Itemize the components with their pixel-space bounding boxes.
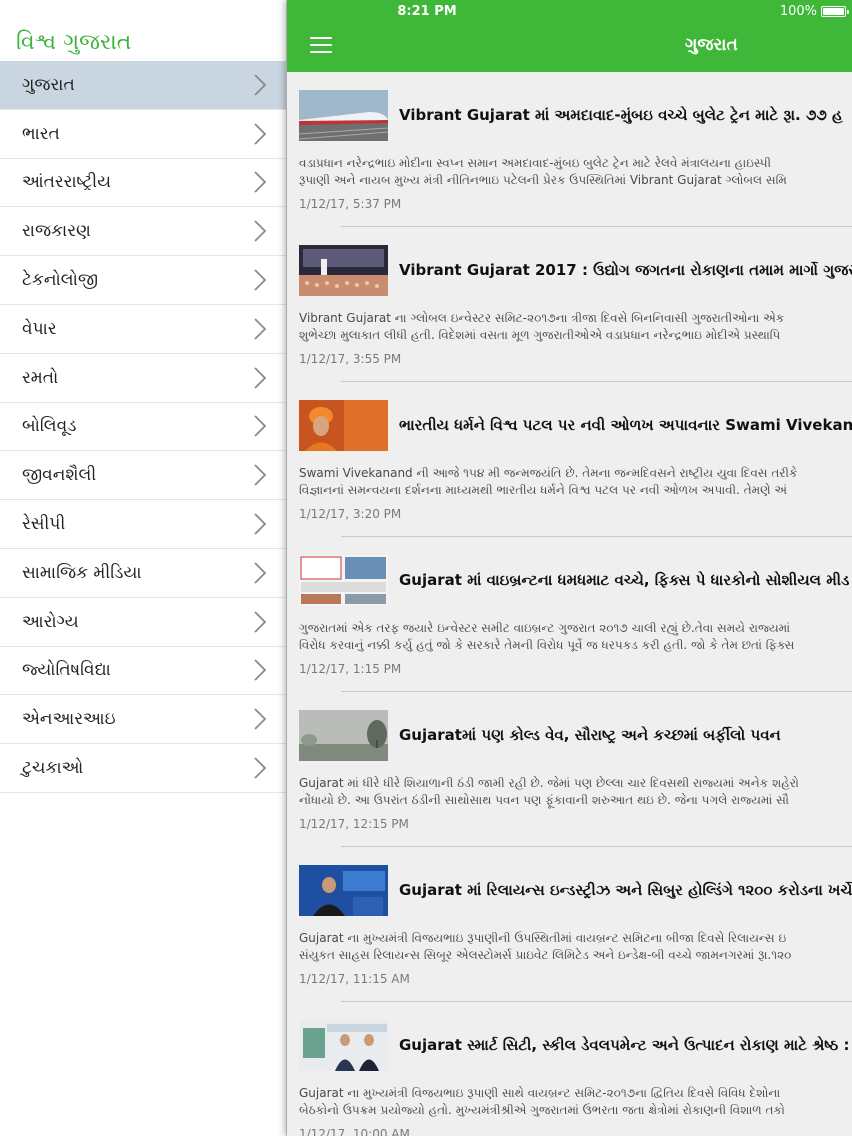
sidebar-item-lifestyle[interactable]: જીવનશૈલી xyxy=(0,451,286,501)
article-thumbnail xyxy=(299,1020,388,1071)
chevron-right-icon xyxy=(254,708,267,730)
sidebar-item-label: ગુજરાત xyxy=(22,74,75,95)
sidebar-item-health[interactable]: આરોગ્ય xyxy=(0,598,286,647)
chevron-right-icon xyxy=(254,562,267,584)
sidebar-item-jokes[interactable]: ટુચકાઓ xyxy=(0,744,286,793)
collage-image-icon xyxy=(299,555,388,606)
bullet-train-image-icon xyxy=(299,90,388,141)
article-date: 1/12/17, 1:15 PM xyxy=(299,662,402,676)
chevron-right-icon xyxy=(254,220,267,242)
article-date: 1/12/17, 5:37 PM xyxy=(299,197,402,211)
sidebar-item-label: સામાજિક મીડિયા xyxy=(22,562,142,583)
article-item[interactable]: Gujaratમાં પણ કોલ્ડ વેવ, સૌરાષ્ટ્ર અને ક… xyxy=(287,692,852,847)
article-item[interactable]: Gujarat માં રિલાયન્સ ઇન્ડસ્ટ્રીઝ અને સિબ… xyxy=(287,847,852,1002)
article-thumbnail xyxy=(299,865,388,916)
article-title: Vibrant Gujarat માં અમદાવાદ-મુંબઇ વચ્ચે … xyxy=(399,106,843,124)
sidebar-item-business[interactable]: વેપાર xyxy=(0,305,286,354)
article-date: 1/12/17, 10:00 AM xyxy=(299,1127,410,1136)
article-summary: Vibrant Gujarat ના ગ્લોબલ ઇન્વેસ્ટર સમિટ… xyxy=(299,311,785,342)
speaker-image-icon xyxy=(299,865,388,916)
article-summary: Gujarat ના મુખ્યમંત્રી વિજયભાઇ રૂપાણીની … xyxy=(299,931,792,962)
sidebar-item-label: ટુચકાઓ xyxy=(22,758,84,779)
sidebar-item-recipe[interactable]: રેસીપી xyxy=(0,500,286,549)
chevron-right-icon xyxy=(254,171,267,194)
sidebar-item-label: જીવનશૈલી xyxy=(22,465,97,486)
article-summary: Swami Vivekanand ની આજે ૧૫૪ મી જન્મજયંતિ… xyxy=(299,466,798,497)
chevron-right-icon xyxy=(254,757,267,779)
sidebar-item-bollywood[interactable]: બોલિવૂડ xyxy=(0,403,286,452)
portrait-image-icon xyxy=(299,400,388,451)
category-menu: ગુજરાત ભારત આંતરરાષ્ટ્રીય રાજકારણ ટેકનોલ… xyxy=(0,61,286,793)
sidebar-item-social-media[interactable]: સામાજિક મીડિયા xyxy=(0,549,286,598)
sidebar-item-label: બોલિવૂડ xyxy=(22,416,77,437)
chevron-right-icon xyxy=(254,415,267,438)
article-date: 1/12/17, 11:15 AM xyxy=(299,972,410,986)
sidebar-item-label: જ્યોતિષવિદ્યા xyxy=(22,660,111,681)
article-summary: વડાપ્રધાન નરેન્દ્રભાઇ મોદીના સ્વપ્ન સમાન… xyxy=(299,156,787,187)
chevron-right-icon xyxy=(254,269,267,291)
sidebar-item-international[interactable]: આંતરરાષ્ટ્રીય xyxy=(0,159,286,208)
sidebar-item-label: ભારત xyxy=(22,123,60,144)
article-title: Gujarat માં વાઇબ્રન્ટના ધમધમાટ વચ્ચે, ફિ… xyxy=(399,571,850,589)
sidebar-item-label: વેપાર xyxy=(22,318,57,339)
battery-icon xyxy=(821,6,849,17)
chevron-right-icon xyxy=(254,74,267,96)
article-summary: ગુજરાતમાં એક તરફ જયારે ઇન્વેસ્ટર સમીટ વા… xyxy=(299,621,795,652)
chevron-right-icon xyxy=(254,318,267,340)
article-list: Vibrant Gujarat માં અમદાવાદ-મુંબઇ વચ્ચે … xyxy=(287,72,852,1136)
chevron-right-icon xyxy=(254,123,267,145)
article-title: Gujarat માં રિલાયન્સ ઇન્ડસ્ટ્રીઝ અને સિબ… xyxy=(399,881,852,899)
sidebar-item-label: આરોગ્ય xyxy=(22,611,79,632)
article-date: 1/12/17, 12:15 PM xyxy=(299,817,409,831)
app-title: વિશ્વ ગુજરાત xyxy=(16,30,132,55)
sidebar-item-politics[interactable]: રાજકારણ xyxy=(0,207,286,257)
article-thumbnail xyxy=(299,90,388,141)
chevron-right-icon xyxy=(254,659,267,682)
article-date: 1/12/17, 3:55 PM xyxy=(299,352,402,366)
article-title: ભારતીય ધર્મને વિશ્વ પટલ પર નવી ઓળખ અપાવન… xyxy=(399,416,852,434)
article-date: 1/12/17, 3:20 PM xyxy=(299,507,402,521)
article-item[interactable]: Gujarat માં વાઇબ્રન્ટના ધમધમાટ વચ્ચે, ફિ… xyxy=(287,537,852,692)
chevron-right-icon xyxy=(254,611,267,633)
article-item[interactable]: ભારતીય ધર્મને વિશ્વ પટલ પર નવી ઓળખ અપાવન… xyxy=(287,382,852,537)
article-title: Gujaratમાં પણ કોલ્ડ વેવ, સૌરાષ્ટ્ર અને ક… xyxy=(399,726,781,744)
sidebar-item-label: રમતો xyxy=(22,367,59,388)
article-summary: Gujarat માં ધીરે ધીરે શિયાળાની ઠંડી જામી… xyxy=(299,776,799,807)
hamburger-menu-icon[interactable] xyxy=(310,37,332,55)
chevron-right-icon xyxy=(254,367,267,389)
article-item[interactable]: Gujarat સ્માર્ટ સિટી, સ્કીલ ડેવલપમેન્ટ અ… xyxy=(287,1002,852,1136)
news-panel: 8:21 PM 100% ગુજરાત Vibrant Gujarat માં … xyxy=(287,0,852,1136)
sidebar-item-sports[interactable]: રમતો xyxy=(0,354,286,403)
page-title: ગુજરાત xyxy=(685,35,738,55)
article-thumbnail xyxy=(299,245,388,296)
sidebar-item-label: એનઆરઆઇ xyxy=(22,709,116,730)
battery-percent: 100% xyxy=(779,4,817,19)
chevron-right-icon xyxy=(254,464,267,486)
sidebar-item-label: આંતરરાષ્ટ્રીય xyxy=(22,172,112,193)
sidebar-item-label: રેસીપી xyxy=(22,514,66,535)
sidebar-item-astrology[interactable]: જ્યોતિષવિદ્યા xyxy=(0,647,286,696)
article-title: Gujarat સ્માર્ટ સિટી, સ્કીલ ડેવલપમેન્ટ અ… xyxy=(399,1036,850,1054)
chevron-right-icon xyxy=(254,513,267,535)
stage-event-image-icon xyxy=(299,245,388,296)
sidebar-item-label: ટેકનોલોજી xyxy=(22,270,99,291)
handshake-image-icon xyxy=(299,1020,388,1071)
sidebar-drawer: વિશ્વ ગુજરાત ગુજરાત ભારત આંતરરાષ્ટ્રીય ર… xyxy=(0,0,287,1136)
article-thumbnail xyxy=(299,555,388,606)
fog-landscape-image-icon xyxy=(299,710,388,761)
sidebar-item-india[interactable]: ભારત xyxy=(0,110,286,159)
status-time: 8:21 PM xyxy=(397,4,457,19)
article-title: Vibrant Gujarat 2017 : ઉદ્યોગ જગતના રોકા… xyxy=(399,261,852,279)
sidebar-item-nri[interactable]: એનઆરઆઇ xyxy=(0,695,286,745)
article-thumbnail xyxy=(299,400,388,451)
sidebar-item-label: રાજકારણ xyxy=(22,221,91,242)
article-item[interactable]: Vibrant Gujarat માં અમદાવાદ-મુંબઇ વચ્ચે … xyxy=(287,72,852,227)
article-thumbnail xyxy=(299,710,388,761)
sidebar-item-gujarat[interactable]: ગુજરાત xyxy=(0,61,286,110)
nav-header: 8:21 PM 100% ગુજરાત xyxy=(287,0,852,72)
sidebar-item-technology[interactable]: ટેકનોલોજી xyxy=(0,256,286,305)
article-item[interactable]: Vibrant Gujarat 2017 : ઉદ્યોગ જગતના રોકા… xyxy=(287,227,852,382)
article-summary: Gujarat ના મુખ્યમંત્રી વિજયભાઇ રૂપાણી સા… xyxy=(299,1086,785,1117)
status-battery: 100% xyxy=(779,4,849,19)
